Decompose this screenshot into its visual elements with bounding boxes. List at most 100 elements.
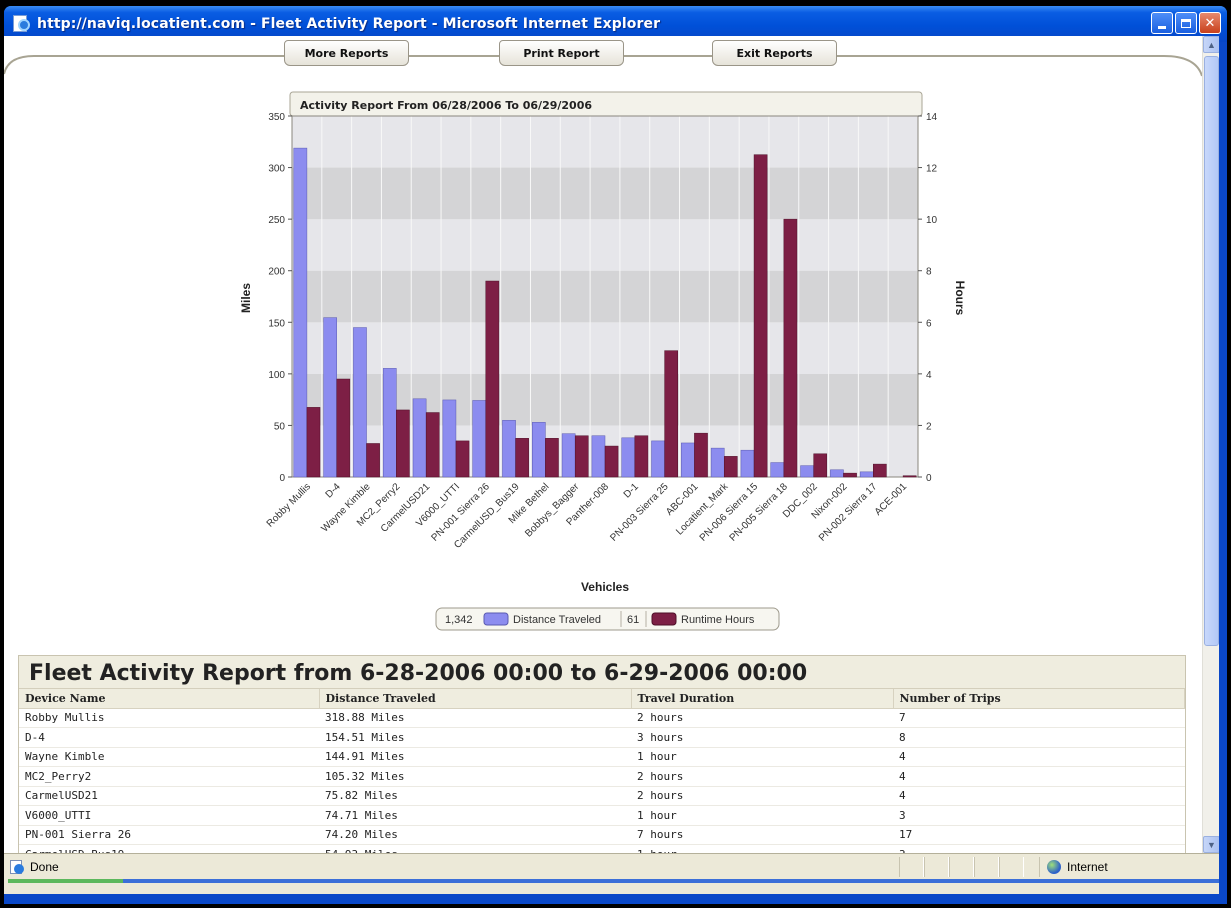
- y-tick-label: 200: [268, 267, 285, 278]
- bar-distance: [681, 442, 695, 478]
- bar-distance: [710, 447, 725, 478]
- ie-icon: [11, 14, 31, 34]
- activity-chart: Activity Report From 06/28/2006 To 06/29…: [239, 91, 967, 631]
- legend-distance-label: Distance Traveled: [513, 614, 601, 626]
- y2-tick-label: 2: [926, 421, 932, 432]
- window-title: http://naviq.locatient.com - Fleet Activ…: [37, 16, 661, 32]
- bar-runtime: [753, 154, 768, 478]
- status-bar: Done Internet: [4, 853, 1219, 879]
- bar-runtime: [843, 472, 857, 478]
- table-row: PN-001 Sierra 26 74.20 Miles 7 hours 17: [19, 825, 1185, 845]
- bar-runtime: [694, 432, 708, 478]
- bar-distance: [621, 437, 636, 478]
- bar-runtime: [664, 350, 678, 478]
- scroll-down-arrow-icon[interactable]: ▼: [1203, 836, 1219, 853]
- status-text: Done: [30, 859, 59, 874]
- bar-distance: [532, 422, 546, 478]
- col-distance-traveled[interactable]: Distance Traveled: [319, 689, 632, 709]
- chart-title: Activity Report From 06/28/2006 To 06/29…: [300, 99, 592, 112]
- bar-runtime: [485, 280, 500, 478]
- bar-distance: [382, 368, 397, 478]
- x-tick-label: D-4: [324, 481, 343, 500]
- y2-tick-label: 0: [926, 473, 932, 484]
- bar-distance: [353, 327, 367, 478]
- fleet-report-panel: Fleet Activity Report from 6-28-2006 00:…: [18, 655, 1186, 853]
- y-axis-label: Miles: [239, 283, 253, 313]
- table-row: Wayne Kimble 144.91 Miles 1 hour 4: [19, 747, 1185, 767]
- grid-band: [292, 270, 918, 323]
- grid-band: [292, 116, 918, 168]
- table-row: CarmelUSD Bus1954.93 Miles1 hour3: [19, 844, 1185, 853]
- y-tick-label: 300: [268, 164, 285, 175]
- table-row: D-4 154.51 Miles 3 hours 8: [19, 727, 1185, 748]
- restore-icon: [1181, 18, 1191, 28]
- bar-distance: [502, 420, 516, 478]
- x-tick-label: PN-003 Sierra 25: [608, 481, 671, 544]
- bar-runtime: [366, 443, 380, 478]
- vertical-scrollbar[interactable]: ▲ ▼: [1202, 36, 1219, 853]
- y2-tick-label: 8: [926, 267, 932, 278]
- col-travel-duration[interactable]: Travel Duration: [631, 689, 894, 709]
- x-tick-label: ACE-001: [873, 481, 910, 518]
- report-title: Fleet Activity Report from 6-28-2006 00:…: [19, 656, 1185, 689]
- scroll-up-arrow-icon[interactable]: ▲: [1203, 36, 1219, 53]
- bar-runtime: [783, 218, 798, 478]
- y2-tick-label: 6: [926, 318, 932, 329]
- table-row: MC2_Perry2 105.32 Miles 2 hours 4: [19, 766, 1185, 787]
- grid-band: [292, 219, 918, 271]
- y-tick-label: 50: [274, 421, 286, 432]
- bar-distance: [323, 317, 337, 478]
- bar-runtime: [545, 438, 559, 478]
- table-row: V6000_UTTI 74.71 Miles 1 hour 3: [19, 805, 1185, 826]
- bar-distance: [770, 462, 785, 478]
- legend-runtime-label: Runtime Hours: [681, 614, 755, 626]
- minimize-button[interactable]: [1151, 12, 1173, 34]
- maximize-button[interactable]: [1175, 12, 1197, 34]
- bar-distance: [561, 433, 576, 478]
- bar-runtime: [425, 412, 440, 478]
- bar-runtime: [396, 409, 410, 478]
- x-tick-label: D-1: [622, 481, 641, 500]
- y-tick-label: 150: [268, 318, 285, 329]
- table-row: CarmelUSD21 75.82 Miles 2 hours 4: [19, 786, 1185, 806]
- zone-text: Internet: [1067, 860, 1108, 874]
- scroll-thumb[interactable]: [1204, 56, 1219, 646]
- bar-distance: [442, 399, 457, 478]
- bar-runtime: [634, 435, 649, 478]
- x-tick-label: Locatient_Mark: [674, 481, 731, 538]
- y2-axis-label: Hours: [953, 281, 967, 316]
- bar-runtime: [813, 453, 828, 478]
- bar-distance: [591, 435, 606, 478]
- bar-runtime: [902, 475, 917, 478]
- legend-distance-total: 1,342: [445, 614, 473, 626]
- bar-distance: [800, 465, 814, 478]
- minimize-icon: [1158, 25, 1166, 29]
- y2-tick-label: 14: [926, 112, 938, 123]
- close-icon: ✕: [1204, 15, 1216, 31]
- table-row: Robby Mullis 318.88 Miles 2 hours 7: [19, 708, 1185, 728]
- bar-runtime: [515, 438, 529, 478]
- legend-swatch-distance: [483, 612, 509, 626]
- close-button[interactable]: ✕: [1199, 12, 1221, 34]
- bar-distance: [412, 398, 427, 478]
- bar-distance: [740, 449, 755, 478]
- x-tick-label: Bobbys_Bagger: [523, 481, 582, 540]
- legend-hours-total: 61: [627, 614, 639, 626]
- x-tick-label: Robby Mullis: [265, 481, 313, 529]
- y-tick-label: 350: [268, 112, 285, 123]
- bar-runtime: [873, 463, 887, 478]
- globe-icon: [1047, 860, 1061, 874]
- bar-runtime: [574, 435, 589, 478]
- col-device-name[interactable]: Device Name: [19, 689, 320, 709]
- y-tick-label: 250: [268, 215, 285, 226]
- legend-swatch-runtime: [651, 612, 677, 626]
- col-number-of-trips[interactable]: Number of Trips: [893, 689, 1185, 709]
- grid-band: [292, 322, 918, 374]
- bar-distance: [293, 147, 308, 478]
- y-tick-label: 100: [268, 370, 285, 381]
- page-content: More Reports Print Report Exit Reports A…: [4, 36, 1219, 853]
- grid-band: [292, 167, 918, 220]
- report-table: Device Name Distance Traveled Travel Dur…: [19, 689, 1185, 853]
- x-tick-label: PN-002 Sierra 17: [817, 481, 880, 544]
- bar-distance: [830, 469, 844, 478]
